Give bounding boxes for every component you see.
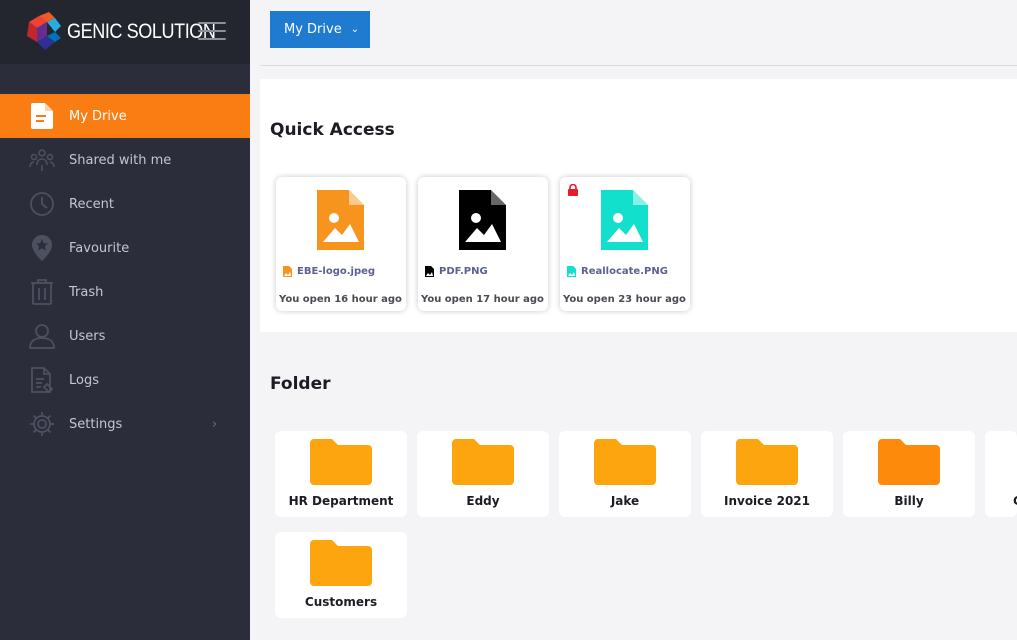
my-drive-dropdown-button[interactable]: My Drive ⌄: [270, 11, 370, 48]
main-content: My Drive ⌄ Quick Access EBE-logo.jpeg Yo…: [250, 0, 1017, 640]
sidebar-item-shared[interactable]: Shared with me: [0, 138, 250, 182]
sidebar-item-label: Trash: [69, 284, 104, 300]
sidebar-item-trash[interactable]: Trash: [0, 270, 250, 314]
folder-card[interactable]: Eddy: [417, 431, 549, 517]
quick-access-panel: Quick Access EBE-logo.jpeg You open 16 h…: [260, 79, 1017, 332]
sidebar-item-my-drive[interactable]: My Drive: [0, 94, 250, 138]
drive-button-label: My Drive: [284, 22, 342, 37]
gear-icon: [29, 411, 55, 437]
file-time: You open 23 hour ago: [563, 294, 686, 305]
folder-icon: [736, 439, 798, 485]
file-card[interactable]: PDF.PNG You open 17 hour ago: [418, 177, 548, 311]
trash-icon: [29, 279, 55, 305]
file-name-row: PDF.PNG: [425, 266, 488, 277]
folder-name: Invoice 2021: [723, 494, 810, 508]
image-file-icon: [317, 190, 364, 250]
document-icon: [29, 103, 55, 129]
clock-icon: [29, 191, 55, 217]
sidebar-item-label: My Drive: [69, 108, 127, 124]
sidebar: GENIC SOLUTION My Drive Shared with me R…: [0, 0, 250, 640]
folder-icon: [452, 439, 514, 485]
user-icon: [29, 323, 55, 349]
file-name: PDF.PNG: [439, 266, 488, 277]
brand-header: GENIC SOLUTION: [0, 0, 250, 64]
folder-icon: [878, 439, 940, 485]
folder-name: Eddy: [466, 494, 500, 508]
folder-icon: [594, 439, 656, 485]
chevron-down-icon: ⌄: [350, 24, 360, 35]
sidebar-nav: My Drive Shared with me Recent Favourite…: [0, 94, 250, 446]
sidebar-item-label: Favourite: [69, 240, 130, 256]
sidebar-item-logs[interactable]: Logs: [0, 358, 250, 402]
folder-card[interactable]: Billy: [843, 431, 975, 517]
lock-icon: [568, 184, 578, 196]
folder-icon: [310, 439, 372, 485]
genic-logo-icon: [27, 12, 61, 50]
image-file-small-icon: [567, 266, 576, 277]
quick-access-title: Quick Access: [270, 120, 395, 140]
logs-icon: [29, 367, 55, 393]
menu-toggle-icon[interactable]: [198, 22, 226, 42]
file-time: You open 16 hour ago: [279, 294, 402, 305]
star-pin-icon: [29, 235, 55, 261]
folder-card[interactable]: Customers: [275, 532, 407, 618]
image-file-small-icon: [425, 266, 434, 277]
brand-name: GENIC SOLUTION: [67, 20, 216, 43]
chevron-right-icon: ›: [212, 416, 218, 432]
sidebar-item-label: Users: [69, 328, 106, 344]
image-file-icon: [459, 190, 506, 250]
folder-icon: [310, 540, 372, 586]
folder-card[interactable]: Jake: [559, 431, 691, 517]
sidebar-item-recent[interactable]: Recent: [0, 182, 250, 226]
folder-name: Jake: [610, 494, 640, 508]
folder-card[interactable]: Invoice 2021: [701, 431, 833, 517]
file-name: EBE-logo.jpeg: [297, 266, 376, 277]
sidebar-item-favourite[interactable]: Favourite: [0, 226, 250, 270]
folder-name: Billy: [894, 494, 924, 508]
image-file-small-icon: [283, 266, 292, 277]
sidebar-item-users[interactable]: Users: [0, 314, 250, 358]
top-toolbar: My Drive ⌄: [260, 0, 1017, 66]
sidebar-item-label: Logs: [69, 372, 99, 388]
file-card[interactable]: Reallocate.PNG You open 23 hour ago: [560, 177, 690, 311]
sidebar-item-label: Recent: [69, 196, 114, 212]
file-name-row: EBE-logo.jpeg: [283, 266, 375, 277]
sidebar-item-label: Shared with me: [69, 152, 172, 168]
folder-name: HR Department: [288, 494, 394, 508]
folder-card[interactable]: C: [985, 431, 1017, 517]
folder-section-title: Folder: [270, 374, 331, 394]
file-name: Reallocate.PNG: [581, 266, 668, 277]
file-time: You open 17 hour ago: [421, 294, 544, 305]
share-users-icon: [29, 147, 55, 173]
folder-name: C: [1013, 494, 1017, 508]
folder-card[interactable]: HR Department: [275, 431, 407, 517]
folder-name: Customers: [304, 595, 378, 609]
file-card[interactable]: EBE-logo.jpeg You open 16 hour ago: [276, 177, 406, 311]
sidebar-item-label: Settings: [69, 416, 123, 432]
sidebar-item-settings[interactable]: Settings ›: [0, 402, 250, 446]
image-file-icon: [601, 190, 648, 250]
file-name-row: Reallocate.PNG: [567, 266, 668, 277]
